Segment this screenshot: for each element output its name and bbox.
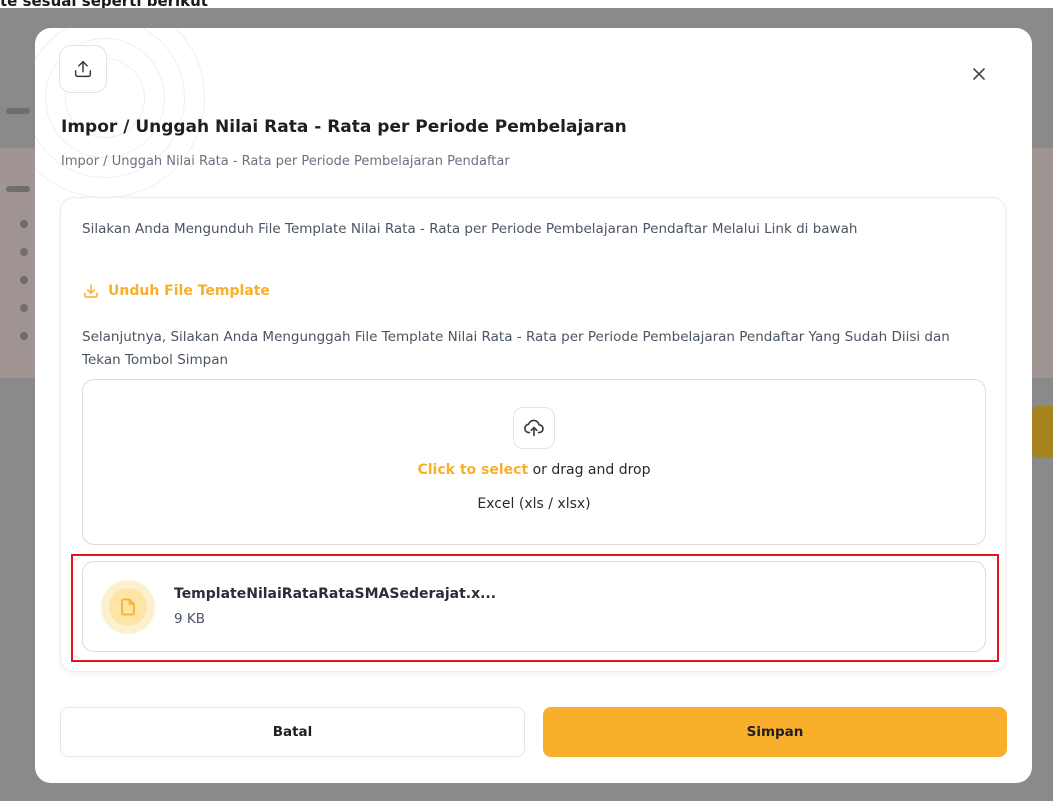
background-dot [20,332,28,340]
download-link-label[interactable]: Unduh File Template [108,283,270,299]
file-dropzone[interactable]: Click to select or drag and drop Excel (… [82,379,986,545]
background-dot [20,220,28,228]
background-bar [6,186,30,192]
modal-title: Impor / Unggah Nilai Rata - Rata per Per… [61,117,627,137]
modal-subtitle: Impor / Unggah Nilai Rata - Rata per Per… [61,154,510,169]
background-dot [20,276,28,284]
close-button[interactable] [965,60,993,88]
download-template-link[interactable]: Unduh File Template [82,280,270,302]
uploaded-file-item: TemplateNilaiRataRataSMASederajat.x... 9… [82,561,986,652]
file-size: 9 KB [174,611,205,627]
upload-card: Silakan Anda Mengunduh File Template Nil… [60,197,1006,672]
download-icon [84,284,98,298]
close-icon[interactable] [972,67,986,81]
save-button[interactable]: Simpan [543,707,1007,757]
background-top-text: te sesuai seperti berikut [0,0,208,8]
file-name: TemplateNilaiRataRataSMASederajat.x... [174,586,497,602]
background-dot [20,248,28,256]
drag-drop-text: or drag and drop [528,462,651,478]
background-bar [6,108,30,114]
click-to-select-link[interactable]: Click to select [417,462,528,478]
upload-instruction: Selanjutnya, Silakan Anda Mengunggah Fil… [82,329,950,368]
file-icon-container [101,580,155,634]
cancel-button[interactable]: Batal [60,707,525,757]
file-icon [121,598,135,616]
file-icon-circle [109,588,147,626]
upload-icon [59,45,107,93]
upload-modal: Impor / Unggah Nilai Rata - Rata per Per… [35,28,1032,783]
download-instruction: Silakan Anda Mengunduh File Template Nil… [82,221,858,237]
dropzone-prompt: Click to select or drag and drop [83,462,985,478]
accepted-formats: Excel (xls / xlsx) [477,496,591,512]
background-dot [20,304,28,312]
background-button [1031,406,1053,458]
cloud-upload-icon [513,407,555,449]
